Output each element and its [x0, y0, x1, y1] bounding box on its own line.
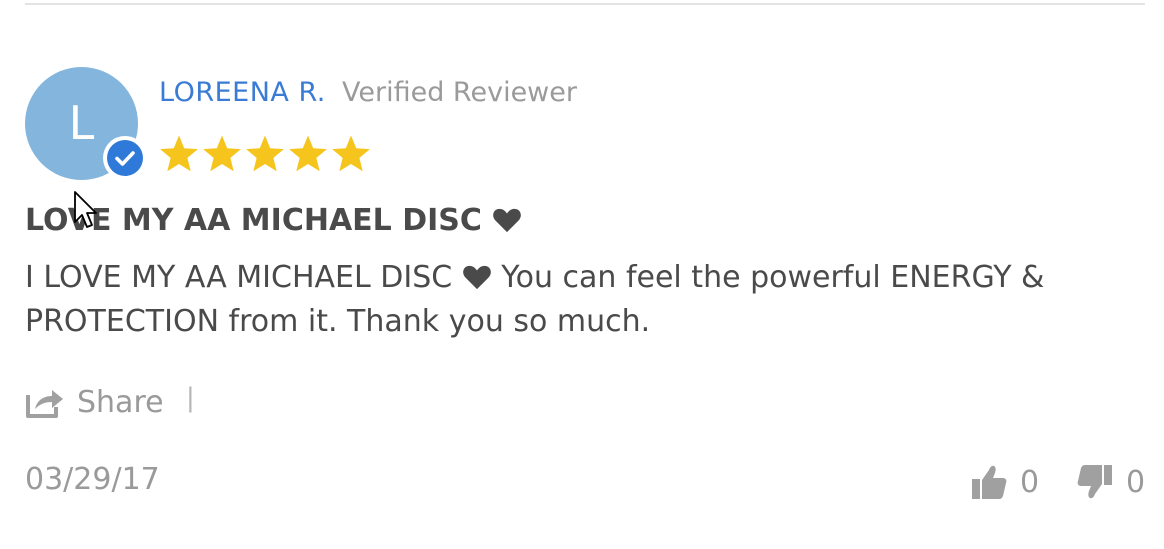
reviewer-name[interactable]: LOREENA R.: [159, 77, 326, 108]
thumbs-up-icon: [972, 465, 1007, 499]
heart-icon: [462, 265, 491, 290]
review-body-text-1: I LOVE MY AA MICHAEL DISC: [25, 260, 453, 295]
star-rating: [159, 134, 371, 176]
downvote-count: 0: [1126, 464, 1146, 500]
checkmark-icon: [115, 151, 135, 166]
share-icon: [26, 390, 63, 418]
review-title: LOVE MY AA MICHAEL DISC: [25, 203, 522, 238]
verified-badge: [103, 136, 147, 180]
mouse-cursor-icon: [74, 191, 97, 228]
star-icon: [289, 135, 327, 172]
share-button[interactable]: Share: [25, 380, 164, 424]
thumbs-down-icon: [1077, 465, 1112, 499]
share-label: Share: [77, 384, 164, 420]
star-icon: [332, 135, 370, 172]
review-body: I LOVE MY AA MICHAEL DISC You can feel t…: [25, 256, 1150, 344]
star-icon: [160, 135, 198, 172]
star-icon: [246, 135, 284, 172]
verified-reviewer-label: Verified Reviewer: [342, 77, 577, 108]
review-date: 03/29/17: [25, 462, 160, 497]
action-separator: |: [186, 383, 195, 413]
heart-icon: [493, 208, 522, 233]
star-icon: [203, 135, 241, 172]
top-divider: [25, 3, 1145, 5]
thumbs-up-button[interactable]: 0: [970, 460, 1039, 504]
thumbs-down-button[interactable]: 0: [1076, 460, 1145, 504]
upvote-count: 0: [1020, 464, 1040, 500]
